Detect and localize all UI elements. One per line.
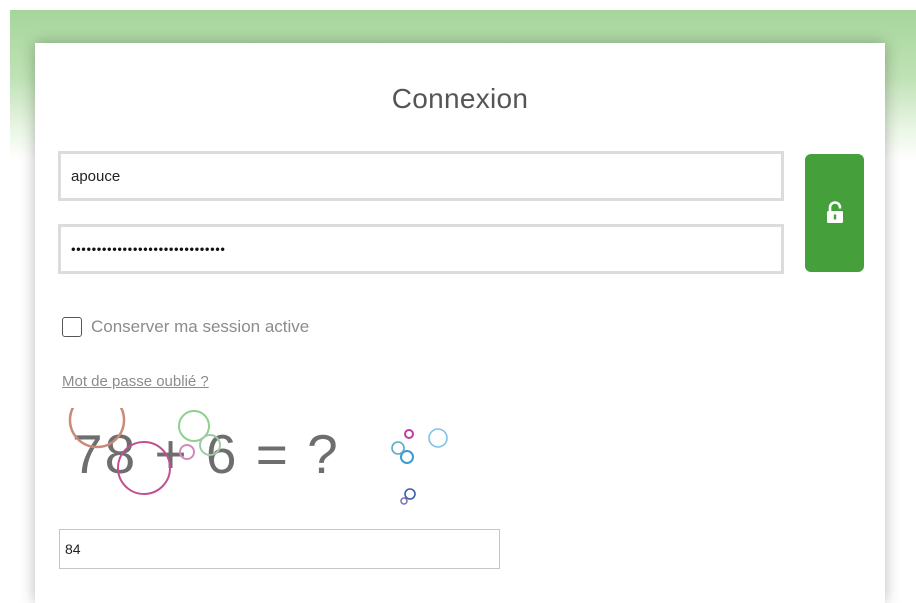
captcha-answer-field[interactable] <box>59 529 500 569</box>
password-input[interactable]: •••••••••••••••••••••••••••••• <box>71 242 226 257</box>
remember-session[interactable]: Conserver ma session active <box>62 317 309 337</box>
captcha-answer-input[interactable] <box>60 530 499 568</box>
password-field[interactable]: •••••••••••••••••••••••••••••• <box>58 224 784 274</box>
captcha-noise <box>68 408 448 505</box>
login-button[interactable] <box>805 154 864 272</box>
page-title: Connexion <box>391 83 529 114</box>
forgot-password-link[interactable]: Mot de passe oublié ? <box>62 373 209 390</box>
login-panel: Connexion ••••••••••••••••••••••••••••••… <box>35 43 885 603</box>
username-field[interactable] <box>58 151 784 201</box>
username-input[interactable] <box>61 154 781 198</box>
unlock-icon <box>826 201 843 223</box>
remember-checkbox[interactable] <box>62 317 82 337</box>
captcha-image: 78 + 6 = ? <box>62 408 466 518</box>
remember-label: Conserver ma session active <box>91 317 310 336</box>
